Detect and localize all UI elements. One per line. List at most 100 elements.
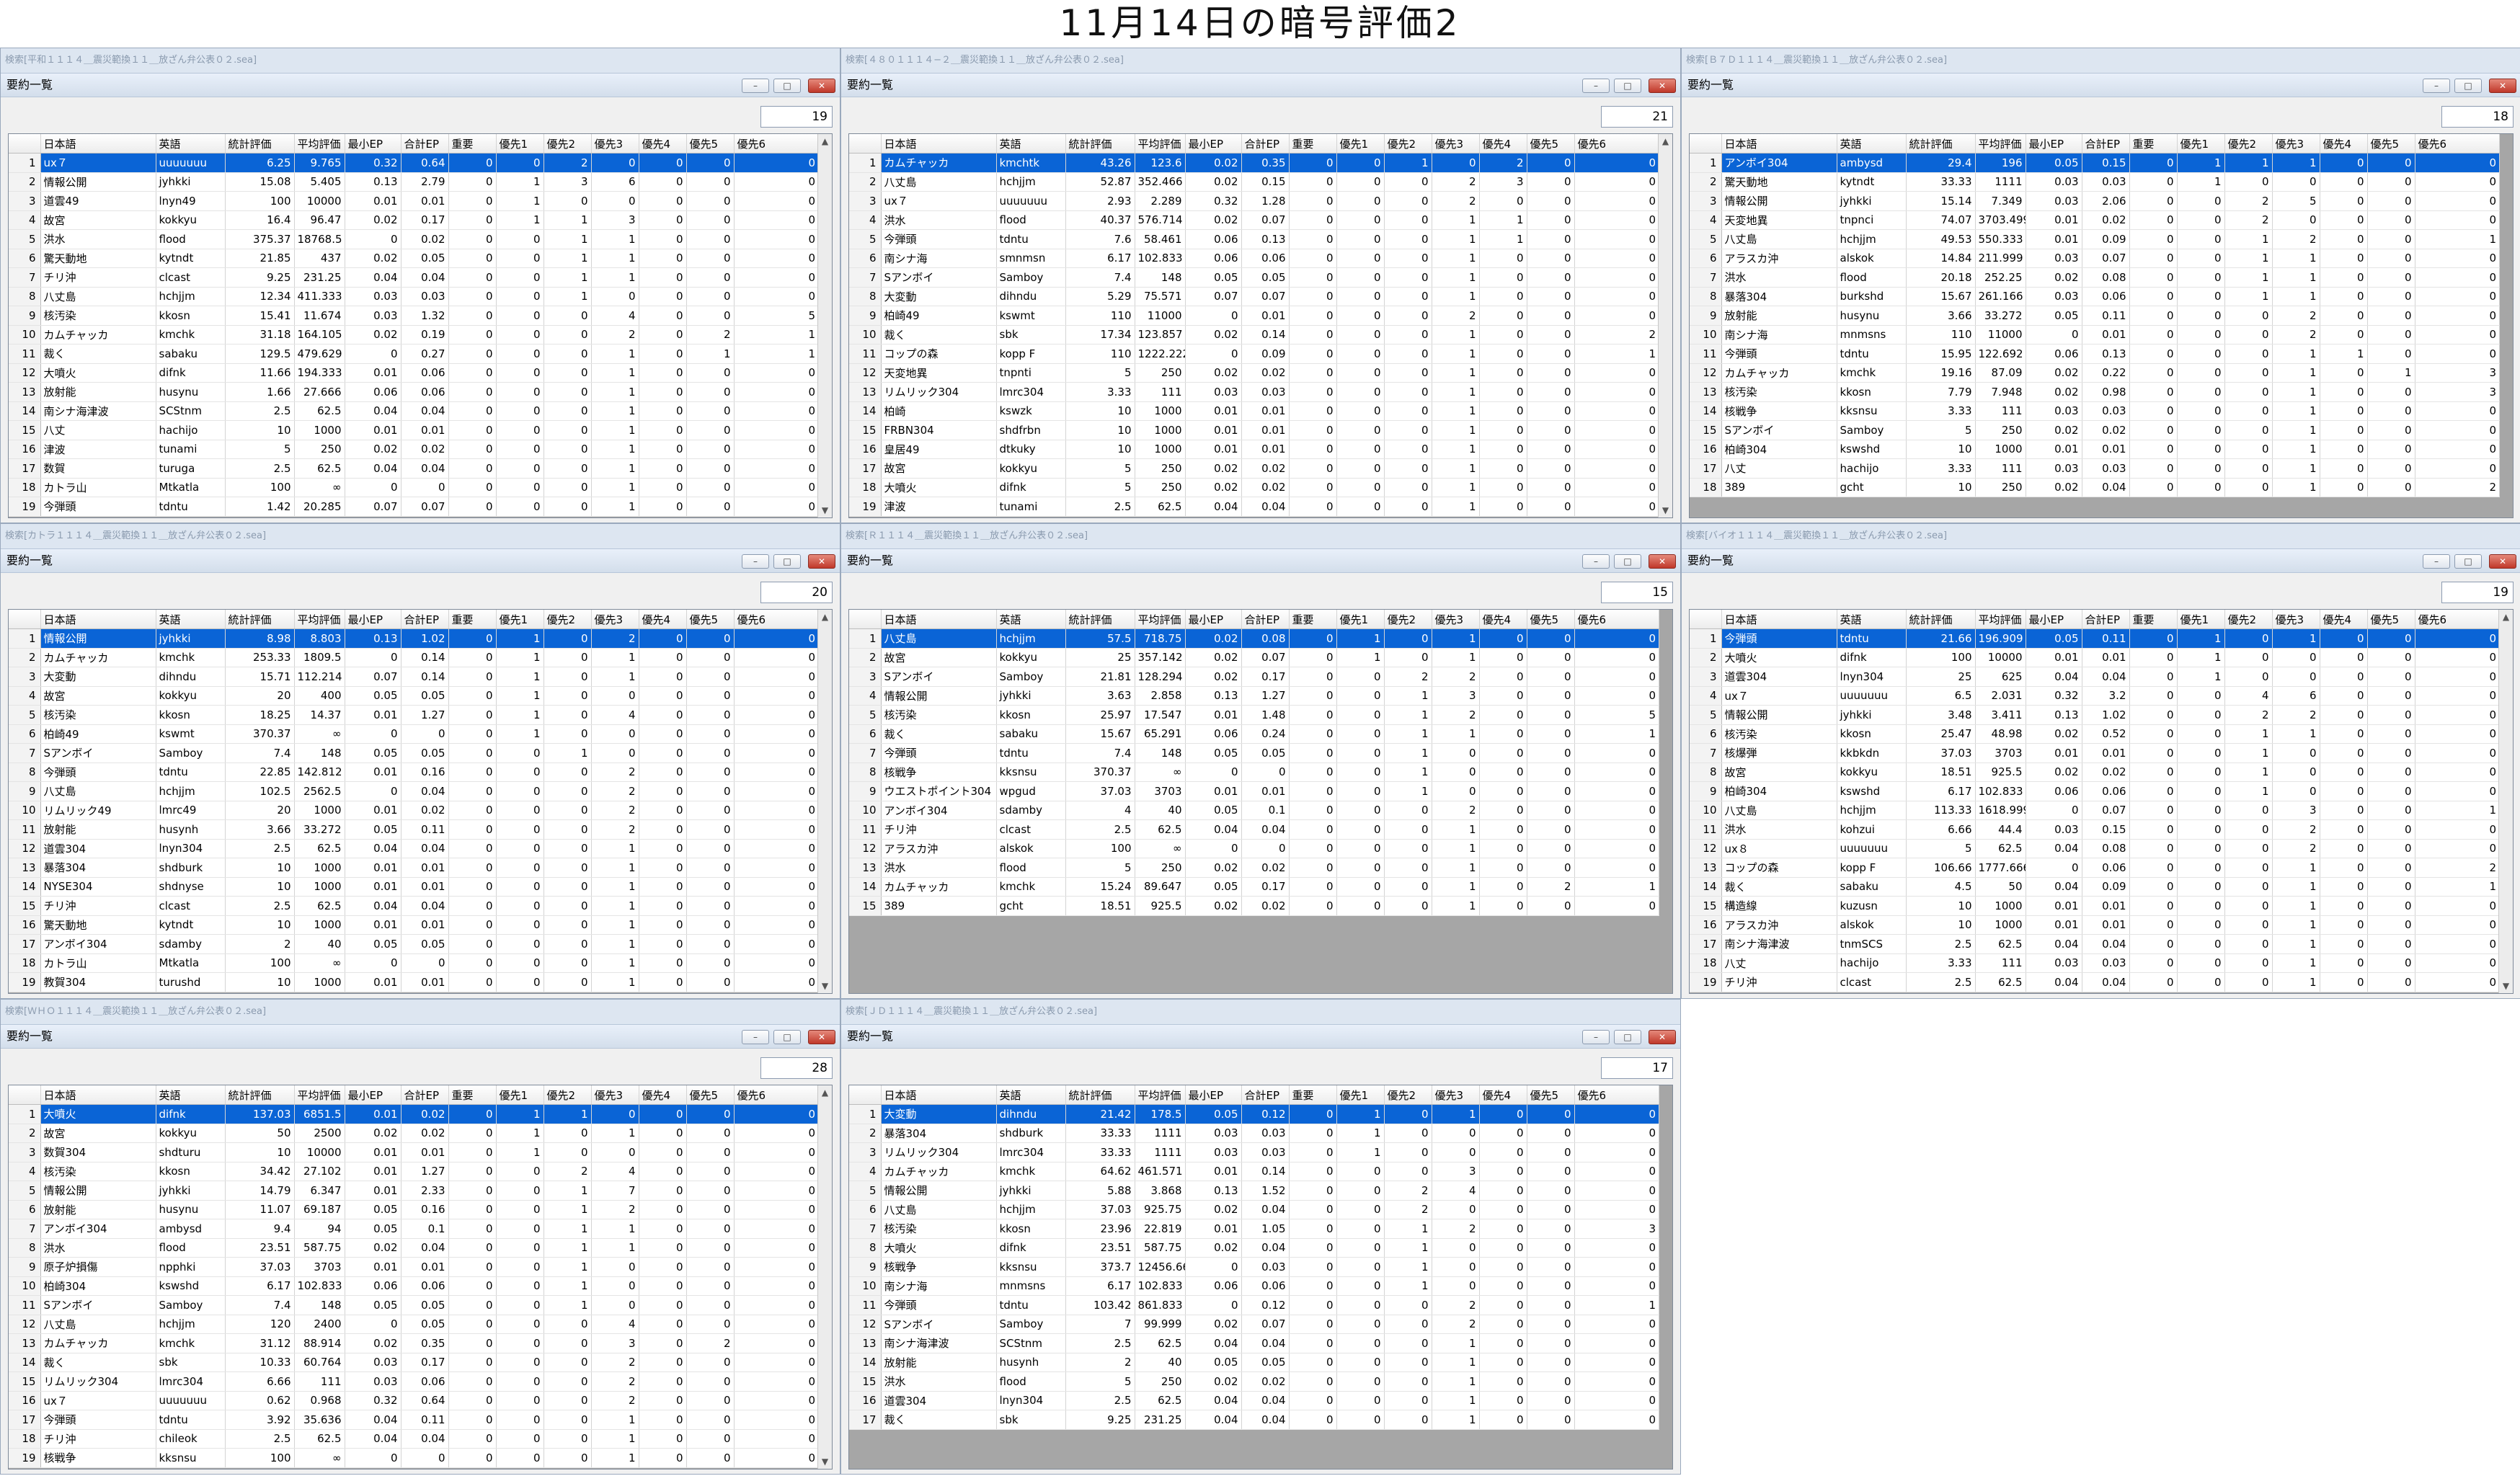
table-row[interactable]: 12 八丈島 hchjjm 120 2400 0 0.05 0 0 0 4 0 0 0	[9, 1315, 819, 1334]
maximize-button[interactable]: □	[1614, 1030, 1641, 1044]
count-field[interactable]: 19	[2441, 582, 2514, 603]
table-row[interactable]: 16 アラスカ沖 alskok 10 1000 0.01 0.01 0 0 0 1 0 0 0	[1690, 915, 2500, 935]
column-header[interactable]: 優先2	[2224, 610, 2273, 629]
column-header[interactable]: 合計EP	[2082, 134, 2130, 154]
table-row[interactable]: 16 皇居49 dtkuky 10 1000 0.01 0.01 0 0 0 1 0 0 0	[849, 440, 1659, 459]
close-button[interactable]: ✕	[1649, 1030, 1676, 1044]
table-row[interactable]: 6 放射能 husynu 11.07 69.187 0.05 0.16 0 0 1 2 0 0 0	[9, 1200, 819, 1219]
maximize-button[interactable]: □	[773, 79, 801, 93]
scroll-up-icon[interactable]: ▲	[1659, 134, 1672, 148]
column-header[interactable]: 日本語	[881, 1085, 997, 1105]
maximize-button[interactable]: □	[2454, 79, 2482, 93]
table-row[interactable]: 6 裁く sabaku 15.67 65.291 0.06 0.24 0 0 1 1 0 0 1	[849, 724, 1659, 744]
table-row[interactable]: 13 核汚染 kkosn 7.79 7.948 0.02 0.98 0 0 0 1 0 0 3	[1690, 382, 2500, 402]
column-header[interactable]: 平均評価	[294, 134, 345, 154]
table-row[interactable]: 8 暴落304 burkshd 15.67 261.166 0.03 0.06 0 0 1 1 0 0 0	[1690, 287, 2500, 306]
table-row[interactable]: 3 数賀304 shdturu 10 10000 0.01 0.01 0 1 0 0 0 0 0	[9, 1142, 819, 1162]
table-row[interactable]: 18 カトラ山 Mtkatla 100 ∞ 0 0 0 0 0 1 0 0 0	[9, 953, 819, 973]
column-header[interactable]: 優先3	[591, 134, 639, 154]
table-row[interactable]: 4 故宮 kokkyu 20 400 0.05 0.05 0 1 0 0 0 0 0	[9, 686, 819, 706]
table-row[interactable]: 1 ux７ uuuuuuu 6.25 9.765 0.32 0.64 0 0 2 0 0 0 0	[9, 153, 819, 173]
close-button[interactable]: ✕	[2489, 79, 2516, 93]
table-row[interactable]: 3 道雲304 lnyn304 25 625 0.04 0.04 0 1 0 0 0 0 0	[1690, 667, 2500, 687]
column-header[interactable]: 優先2	[2224, 134, 2273, 154]
table-row[interactable]: 2 故宮 kokkyu 50 2500 0.02 0.02 0 1 0 1 0 0 0	[9, 1124, 819, 1143]
column-header[interactable]: 優先2	[1384, 1085, 1432, 1105]
table-row[interactable]: 15 チリ沖 clcast 2.5 62.5 0.04 0.04 0 0 0 1 0 0 0	[9, 896, 819, 916]
column-header[interactable]: 優先2	[1384, 134, 1432, 154]
results-grid[interactable]: 日本語 英語 統計評価 平均評価 最小EP 合計EP 重要 優先1 優先2 優先3 優先4 優先5 優先…	[848, 133, 1673, 518]
results-grid[interactable]: 日本語 英語 統計評価 平均評価 最小EP 合計EP 重要 優先1 優先2 優先3 優先4 優先5 優先…	[8, 609, 833, 994]
table-row[interactable]: 1 大噴火 difnk 137.03 6851.5 0.01 0.02 0 1 1 0 0 0 0	[9, 1104, 819, 1124]
results-grid[interactable]: 日本語 英語 統計評価 平均評価 最小EP 合計EP 重要 優先1 優先2 優先3 優先4 優先5 優先…	[848, 1085, 1673, 1470]
table-row[interactable]: 15 リムリック304 lmrc304 6.66 111 0.03 0.06 0 0 0 2 0 0 0	[9, 1371, 819, 1392]
table-row[interactable]: 2 情報公開 jyhkki 15.08 5.405 0.13 2.79 0 1 3 6 0 0 0	[9, 172, 819, 192]
table-row[interactable]: 12 アラスカ沖 alskok 100 ∞ 0 0 0 0 0 1 0 0 0	[849, 839, 1659, 858]
column-header[interactable]: 最小EP	[2026, 134, 2082, 154]
table-row[interactable]: 16 ux７ uuuuuuu 0.62 0.968 0.32 0.64 0 0 0 2 0 0 0	[9, 1391, 819, 1410]
column-header[interactable]: 統計評価	[225, 610, 295, 629]
column-header[interactable]: 最小EP	[1185, 610, 1242, 629]
column-header[interactable]: 優先4	[639, 610, 687, 629]
table-row[interactable]: 19 津波 tunami 2.5 62.5 0.04 0.04 0 0 0 1 0 0 0	[849, 497, 1659, 517]
table-row[interactable]: 10 柏崎304 kswshd 6.17 102.833 0.06 0.06 0 0 1 0 0 0 0	[9, 1276, 819, 1296]
table-row[interactable]: 10 リムリック49 lmrc49 20 1000 0.01 0.02 0 0 0 2 0 0 0	[9, 801, 819, 820]
column-header[interactable]: 平均評価	[1135, 610, 1186, 629]
table-row[interactable]: 11 裁く sabaku 129.5 479.629 0 0.27 0 0 0 1 0 1 1	[9, 344, 819, 364]
maximize-button[interactable]: □	[2454, 554, 2482, 569]
table-row[interactable]: 13 コップの森 kopp F 106.66 1777.666 0 0.06 0 0 0 1 0 0 2	[1690, 858, 2500, 878]
table-row[interactable]: 9 放射能 husynu 3.66 33.272 0.05 0.11 0 0 0 2 0 0 0	[1690, 306, 2500, 326]
table-row[interactable]: 5 核汚染 kkosn 18.25 14.37 0.01 1.27 0 1 0 4 0 0 0	[9, 705, 819, 725]
table-row[interactable]: 18 八丈 hachijo 3.33 111 0.03 0.03 0 0 0 1 0 0 0	[1690, 953, 2500, 973]
column-header[interactable]: 日本語	[40, 134, 156, 154]
table-row[interactable]: 8 大変動 dihndu 5.29 75.571 0.07 0.07 0 0 0 1 0 0 0	[849, 287, 1659, 306]
column-header[interactable]: 優先1	[496, 1085, 544, 1105]
column-header[interactable]: 優先1	[1336, 610, 1385, 629]
column-header[interactable]: 最小EP	[345, 134, 401, 154]
column-header[interactable]: 優先5	[686, 610, 735, 629]
column-header[interactable]: 平均評価	[294, 610, 345, 629]
column-header[interactable]: 最小EP	[1185, 134, 1242, 154]
table-row[interactable]: 18 389 gcht 10 250 0.02 0.04 0 0 0 1 0 0 2	[1690, 478, 2500, 497]
table-row[interactable]: 2 八丈島 hchjjm 52.87 352.466 0.02 0.15 0 0 0 2 3 0 0	[849, 172, 1659, 192]
column-header[interactable]: 優先4	[2320, 610, 2368, 629]
table-row[interactable]: 11 今弾頭 tdntu 103.42 861.833 0 0.12 0 0 0 2 0 0 1	[849, 1295, 1659, 1315]
scroll-down-icon[interactable]: ▼	[818, 1454, 832, 1469]
column-header[interactable]: 優先5	[1527, 610, 1575, 629]
vertical-scrollbar[interactable]: ▲ ▼	[2498, 610, 2513, 993]
table-row[interactable]: 12 道雲304 lnyn304 2.5 62.5 0.04 0.04 0 0 0 1 0 0 0	[9, 839, 819, 858]
column-header[interactable]: 合計EP	[1241, 610, 1290, 629]
table-row[interactable]: 6 柏崎49 kswmt 370.37 ∞ 0 0 0 1 0 0 0 0 0	[9, 724, 819, 744]
table-row[interactable]: 16 道雲304 lnyn304 2.5 62.5 0.04 0.04 0 0 0 1 0 0 0	[849, 1391, 1659, 1410]
column-header[interactable]: 優先6	[2415, 610, 2500, 629]
table-row[interactable]: 12 ux８ uuuuuuu 5 62.5 0.04 0.08 0 0 0 2 0 0 0	[1690, 839, 2500, 858]
table-row[interactable]: 10 南シナ海 mnmsns 6.17 102.833 0.06 0.06 0 0 1 0 0 0 0	[849, 1276, 1659, 1296]
table-row[interactable]: 15 洪水 flood 5 250 0.02 0.02 0 0 0 1 0 0 0	[849, 1371, 1659, 1392]
table-row[interactable]: 14 柏崎 kswzk 10 1000 0.01 0.01 0 0 0 1 0 0 0	[849, 401, 1659, 421]
table-row[interactable]: 18 チリ沖 chileok 2.5 62.5 0.04 0.04 0 0 0 1 0 0 0	[9, 1429, 819, 1449]
column-header[interactable]: 優先1	[496, 134, 544, 154]
minimize-button[interactable]: –	[742, 554, 769, 569]
column-header[interactable]: 平均評価	[1975, 134, 2026, 154]
table-row[interactable]: 7 洪水 flood 20.18 252.25 0.02 0.08 0 0 1 1 0 0 0	[1690, 267, 2500, 288]
column-header[interactable]: 合計EP	[401, 1085, 449, 1105]
table-row[interactable]: 13 南シナ海津波 SCStnm 2.5 62.5 0.04 0.04 0 0 0 1 0 0 0	[849, 1333, 1659, 1353]
maximize-button[interactable]: □	[1614, 79, 1641, 93]
table-row[interactable]: 8 洪水 flood 23.51 587.75 0.02 0.04 0 0 1 1 0 0 0	[9, 1238, 819, 1258]
column-header[interactable]: 最小EP	[1185, 1085, 1242, 1105]
minimize-button[interactable]: –	[1582, 1030, 1610, 1044]
column-header[interactable]: 統計評価	[1906, 610, 1976, 629]
column-header[interactable]: 優先2	[544, 610, 592, 629]
window-titlebar[interactable]: 要約一覧 – □ ✕	[1, 1024, 840, 1049]
table-row[interactable]: 19 核戦争 kksnsu 100 ∞ 0 0 0 0 0 1 0 0 0	[9, 1448, 819, 1468]
column-header[interactable]: 優先5	[2367, 610, 2415, 629]
table-row[interactable]: 1 大変動 dihndu 21.42 178.5 0.05 0.12 0 1 0 1 0 0 0	[849, 1104, 1659, 1124]
minimize-button[interactable]: –	[742, 79, 769, 93]
table-row[interactable]: 11 チリ沖 clcast 2.5 62.5 0.04 0.04 0 0 0 1 0 0 0	[849, 819, 1659, 840]
table-row[interactable]: 10 八丈島 hchjjm 113.33 1618.999 0 0.07 0 0 0 3 0 0 1	[1690, 801, 2500, 820]
table-row[interactable]: 2 故宮 kokkyu 25 357.142 0.02 0.07 0 1 0 1 0 0 0	[849, 648, 1659, 667]
table-row[interactable]: 18 カトラ山 Mtkatla 100 ∞ 0 0 0 0 0 1 0 0 0	[9, 478, 819, 497]
table-row[interactable]: 9核戦争kksnsu373.712456.66600.030010000	[849, 1257, 1659, 1277]
table-row[interactable]: 7 Sアンボイ Samboy 7.4 148 0.05 0.05 0 0 0 1 0 0 0	[849, 267, 1659, 288]
table-row[interactable]: 14 核戦争 kksnsu 3.33 111 0.03 0.03 0 0 0 1 0 0 0	[1690, 401, 2500, 421]
